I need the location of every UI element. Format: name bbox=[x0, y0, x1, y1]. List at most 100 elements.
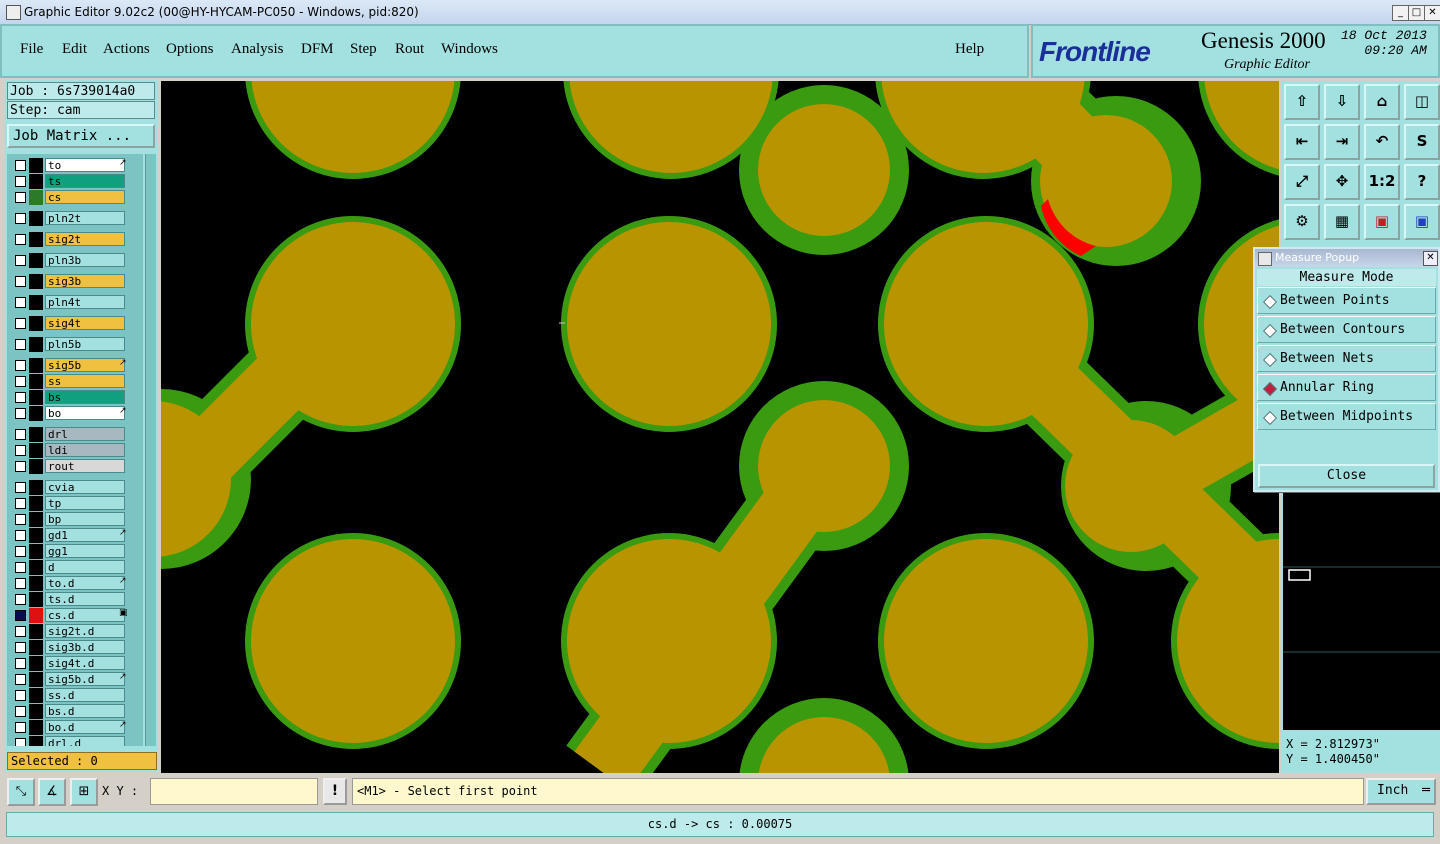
filter-icon[interactable]: ⚙ bbox=[1284, 204, 1320, 240]
menu-analysis[interactable]: Analysis bbox=[231, 41, 284, 58]
layer-row[interactable]: tp bbox=[7, 496, 143, 511]
layer-state[interactable] bbox=[29, 459, 43, 474]
layer-state[interactable] bbox=[29, 337, 43, 352]
layer-name[interactable]: sig4t bbox=[45, 316, 125, 330]
layer-checkbox[interactable] bbox=[15, 392, 26, 403]
layer-state[interactable] bbox=[29, 560, 43, 575]
minimize-button[interactable]: _ bbox=[1392, 5, 1409, 21]
layer-state[interactable] bbox=[29, 190, 43, 205]
xy-input[interactable] bbox=[150, 778, 318, 805]
layer-name[interactable]: to bbox=[45, 158, 125, 172]
layer-name[interactable]: ldi bbox=[45, 443, 125, 457]
layer-row[interactable]: to ↗ bbox=[7, 158, 143, 173]
layer-checkbox[interactable] bbox=[15, 176, 26, 187]
home-icon[interactable]: ⌂ bbox=[1364, 84, 1400, 120]
layer-checkbox[interactable] bbox=[15, 445, 26, 456]
layer-row[interactable]: sig2t bbox=[7, 232, 143, 247]
layer-row[interactable]: bo.d ↗ bbox=[7, 720, 143, 735]
layer-row[interactable]: ss bbox=[7, 374, 143, 389]
layer-name[interactable]: sig5b bbox=[45, 358, 125, 372]
layer-name[interactable]: to.d bbox=[45, 576, 125, 590]
layer-checkbox[interactable] bbox=[15, 642, 26, 653]
layer-checkbox[interactable] bbox=[15, 674, 26, 685]
layer-row[interactable]: sig2t.d bbox=[7, 624, 143, 639]
layer-name[interactable]: tp bbox=[45, 496, 125, 510]
layers-red-icon[interactable]: ▣ bbox=[1364, 204, 1400, 240]
zoom-right-icon[interactable]: ⇥ bbox=[1324, 124, 1360, 160]
layer-row[interactable]: pln3b bbox=[7, 253, 143, 268]
layer-state[interactable] bbox=[29, 427, 43, 442]
graphic-canvas[interactable] bbox=[161, 81, 1279, 773]
layer-name[interactable]: gg1 bbox=[45, 544, 125, 558]
layer-state[interactable] bbox=[29, 316, 43, 331]
layer-row[interactable]: to.d ↗ bbox=[7, 576, 143, 591]
layer-checkbox[interactable] bbox=[15, 690, 26, 701]
layer-row[interactable]: bs.d bbox=[7, 704, 143, 719]
popup-close-icon[interactable]: ✕ bbox=[1423, 251, 1438, 266]
layers-blue-icon[interactable]: ▣ bbox=[1404, 204, 1440, 240]
layer-row[interactable]: sig5b.d ↗ bbox=[7, 672, 143, 687]
layer-row[interactable]: pln5b bbox=[7, 337, 143, 352]
layer-name[interactable]: sig2t.d bbox=[45, 624, 125, 638]
layer-checkbox[interactable] bbox=[15, 658, 26, 669]
close-button[interactable]: Close bbox=[1258, 464, 1435, 488]
layer-state[interactable] bbox=[29, 544, 43, 559]
layer-row[interactable]: ldi bbox=[7, 443, 143, 458]
layer-checkbox[interactable] bbox=[15, 706, 26, 717]
layer-name[interactable]: pln3b bbox=[45, 253, 125, 267]
scale-icon[interactable]: 1:2 bbox=[1364, 164, 1400, 200]
layer-state[interactable] bbox=[29, 672, 43, 687]
layer-name[interactable]: cs bbox=[45, 190, 125, 204]
job-matrix-button[interactable]: Job Matrix ... bbox=[7, 124, 155, 148]
layer-checkbox[interactable] bbox=[15, 160, 26, 171]
snap-angle-icon[interactable]: ∡ bbox=[38, 778, 66, 806]
layer-checkbox[interactable] bbox=[15, 276, 26, 287]
layer-name[interactable]: bo bbox=[45, 406, 125, 420]
layer-state[interactable] bbox=[29, 640, 43, 655]
layer-name[interactable]: gd1 bbox=[45, 528, 125, 542]
layer-state[interactable] bbox=[29, 528, 43, 543]
layer-state[interactable] bbox=[29, 704, 43, 719]
layer-checkbox[interactable] bbox=[15, 610, 26, 621]
layer-name[interactable]: drl.d bbox=[45, 736, 125, 746]
layer-row[interactable]: cs.d ▣ bbox=[7, 608, 143, 623]
mode-between-midpoints[interactable]: Between Midpoints bbox=[1257, 403, 1436, 430]
layer-state[interactable] bbox=[29, 608, 43, 623]
layer-name[interactable]: sig2t bbox=[45, 232, 125, 246]
layer-name[interactable]: ts.d bbox=[45, 592, 125, 606]
layer-checkbox[interactable] bbox=[15, 482, 26, 493]
layer-name[interactable]: sig4t.d bbox=[45, 656, 125, 670]
layer-name[interactable]: bp bbox=[45, 512, 125, 526]
layer-name[interactable]: bo.d bbox=[45, 720, 125, 734]
mode-between-nets[interactable]: Between Nets bbox=[1257, 345, 1436, 372]
layer-checkbox[interactable] bbox=[15, 360, 26, 371]
layer-checkbox[interactable] bbox=[15, 722, 26, 733]
layer-checkbox[interactable] bbox=[15, 514, 26, 525]
layer-name[interactable]: sig3b.d bbox=[45, 640, 125, 654]
layer-name[interactable]: sig5b.d bbox=[45, 672, 125, 686]
snap-corner-icon[interactable]: ⤡ bbox=[7, 778, 35, 806]
layer-name[interactable]: pln2t bbox=[45, 211, 125, 225]
menu-edit[interactable]: Edit bbox=[62, 41, 87, 58]
layer-row[interactable]: cvia bbox=[7, 480, 143, 495]
layer-row[interactable]: sig4t bbox=[7, 316, 143, 331]
layer-row[interactable]: cs bbox=[7, 190, 143, 205]
layer-checkbox[interactable] bbox=[15, 339, 26, 350]
layer-state[interactable] bbox=[29, 358, 43, 373]
layer-row[interactable]: bs bbox=[7, 390, 143, 405]
layer-row[interactable]: bo ↗ bbox=[7, 406, 143, 421]
layer-name[interactable]: ss bbox=[45, 374, 125, 388]
layer-checkbox[interactable] bbox=[15, 461, 26, 472]
layer-state[interactable] bbox=[29, 592, 43, 607]
layer-list-scrollbar[interactable] bbox=[145, 154, 156, 746]
layer-row[interactable]: sig5b ↗ bbox=[7, 358, 143, 373]
layer-checkbox[interactable] bbox=[15, 498, 26, 509]
layer-row[interactable]: ts.d bbox=[7, 592, 143, 607]
layer-checkbox[interactable] bbox=[15, 429, 26, 440]
layer-checkbox[interactable] bbox=[15, 192, 26, 203]
layer-row[interactable]: pln4t bbox=[7, 295, 143, 310]
layer-state[interactable] bbox=[29, 443, 43, 458]
layer-state[interactable] bbox=[29, 232, 43, 247]
layer-row[interactable]: gg1 bbox=[7, 544, 143, 559]
layer-row[interactable]: sig3b.d bbox=[7, 640, 143, 655]
